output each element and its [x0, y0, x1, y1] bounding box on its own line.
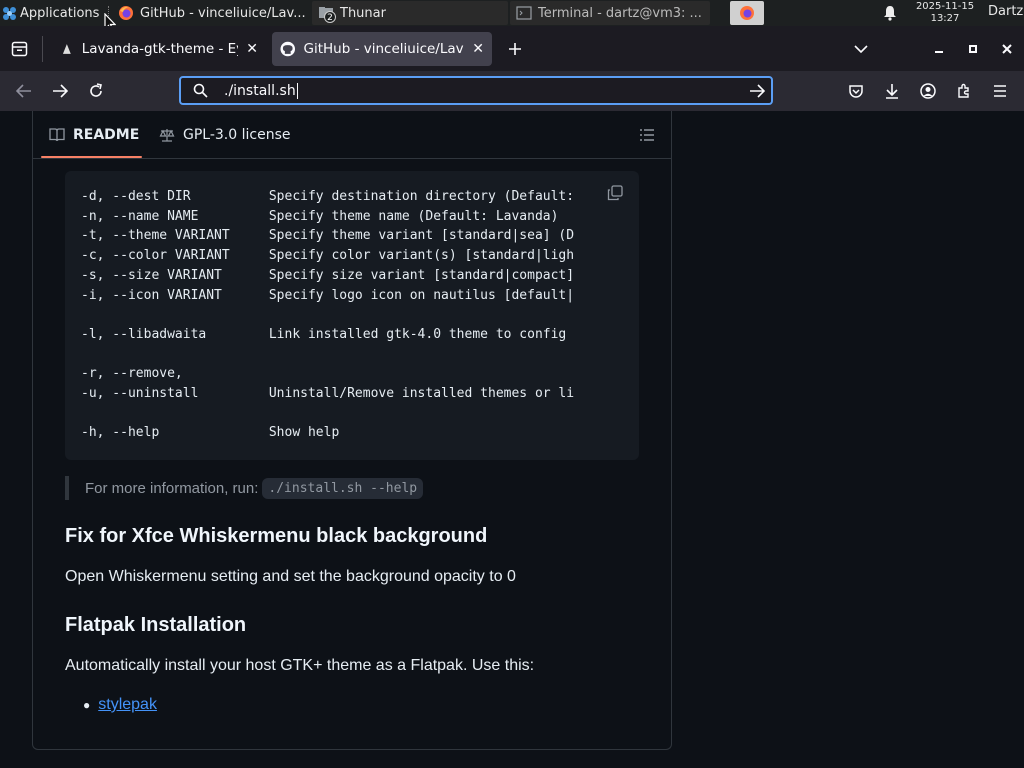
scale-icon [159, 129, 175, 142]
tab-title: GitHub - vinceliuice/Lava [303, 41, 465, 57]
heading-whiskermenu: Fix for Xfce Whiskermenu black backgroun… [65, 525, 488, 547]
book-icon [49, 128, 65, 142]
new-tab-button[interactable] [504, 38, 526, 60]
firefox-view-icon[interactable] [11, 41, 28, 57]
tab-close-icon[interactable]: ✕ [472, 41, 484, 57]
xfce-logo-icon [3, 6, 16, 20]
go-arrow-icon[interactable] [749, 83, 765, 98]
maximize-icon [969, 45, 977, 53]
reload-icon [90, 83, 102, 97]
extensions-button[interactable] [954, 81, 974, 101]
tab-lavanda-theme[interactable]: Lavanda-gtk-theme - Eyc ✕ [52, 32, 266, 66]
taskbar-task-label: Thunar [340, 5, 386, 21]
note-text: For more information, run: [85, 479, 259, 497]
pocket-icon [849, 84, 863, 98]
tray-firefox-button[interactable] [730, 1, 764, 25]
page-content: README GPL-3.0 license -d, --dest DIR Sp… [0, 111, 1024, 768]
page-favicon-icon [62, 44, 71, 54]
hamburger-menu-icon [994, 85, 1006, 97]
stylepak-link[interactable]: stylepak [98, 696, 157, 714]
copy-icon[interactable] [607, 185, 623, 201]
blockquote-note: For more information, run: ./install.sh … [65, 476, 424, 500]
taskbar-task-firefox[interactable]: GitHub - vinceliuice/Lav... [112, 1, 308, 25]
close-window-button[interactable] [1000, 40, 1014, 58]
tab-readme[interactable]: README [49, 127, 139, 143]
plus-icon [509, 43, 521, 55]
account-icon [920, 83, 936, 99]
app-menu-button[interactable] [990, 81, 1010, 101]
address-input[interactable]: ./install.sh [224, 82, 298, 99]
terminal-icon [516, 6, 532, 20]
folder-icon: 2 [318, 5, 336, 23]
tab-bar-divider [42, 36, 43, 62]
paragraph-flatpak: Automatically install your host GTK+ the… [65, 657, 535, 674]
outline-list-icon[interactable] [639, 128, 655, 142]
address-bar[interactable]: ./install.sh [179, 76, 773, 105]
license-tab-label: GPL-3.0 license [183, 127, 291, 143]
minimize-icon [935, 51, 943, 53]
downloads-button[interactable] [882, 81, 902, 101]
heading-flatpak: Flatpak Installation [65, 614, 247, 636]
download-icon [886, 84, 898, 99]
applications-menu-button[interactable]: Applications [0, 0, 103, 26]
puzzle-piece-icon [958, 83, 969, 98]
arrow-right-icon [53, 84, 68, 98]
applications-label: Applications [20, 5, 100, 21]
list-all-tabs-button[interactable] [852, 40, 870, 58]
back-button[interactable] [14, 81, 34, 101]
chevron-down-icon [854, 45, 868, 54]
readme-panel: README GPL-3.0 license -d, --dest DIR Sp… [32, 111, 672, 750]
paragraph-whiskermenu: Open Whiskermenu setting and set the bac… [65, 568, 516, 585]
arrow-left-icon [16, 84, 31, 98]
taskbar: Applications GitHub - vinceliuice/Lav...… [0, 0, 1024, 32]
clock[interactable]: 2025-11-15 13:27 [908, 1, 982, 25]
account-button[interactable] [918, 81, 938, 101]
note-code: ./install.sh --help [262, 477, 424, 499]
close-icon [1002, 44, 1012, 54]
notification-bell-icon[interactable] [882, 5, 898, 21]
pocket-button[interactable] [846, 81, 866, 101]
taskbar-task-terminal[interactable]: Terminal - dartz@vm3: ... [510, 1, 710, 25]
bullet-icon: ● [83, 698, 91, 712]
readme-header: README GPL-3.0 license [33, 111, 671, 159]
firefox-icon [740, 6, 754, 20]
code-block: -d, --dest DIR Specify destination direc… [65, 171, 639, 460]
forward-button[interactable] [50, 81, 70, 101]
github-icon [280, 41, 296, 57]
window-count-badge: 2 [324, 11, 336, 23]
list-item: ● stylepak [83, 696, 157, 714]
tab-github-lavanda[interactable]: GitHub - vinceliuice/Lava ✕ [272, 32, 492, 66]
clock-date: 2025-11-15 [915, 1, 975, 12]
clock-time: 13:27 [930, 13, 960, 24]
tab-title: Lavanda-gtk-theme - Eyc [81, 41, 239, 57]
user-menu[interactable]: Dartz [988, 4, 1023, 19]
code-content: -d, --dest DIR Specify destination direc… [81, 189, 575, 441]
taskbar-task-label: Terminal - dartz@vm3: ... [538, 5, 702, 21]
active-tab-indicator [41, 156, 142, 158]
tab-license[interactable]: GPL-3.0 license [159, 127, 290, 143]
minimize-button[interactable] [932, 40, 946, 58]
firefox-icon [119, 6, 133, 20]
tab-close-icon[interactable]: ✕ [246, 41, 258, 57]
search-icon [193, 83, 208, 98]
reload-button[interactable] [86, 81, 106, 101]
taskbar-task-label: GitHub - vinceliuice/Lav... [140, 5, 306, 21]
maximize-button[interactable] [966, 40, 980, 58]
taskbar-task-thunar[interactable]: 2 Thunar [312, 1, 508, 25]
browser-tab-bar: Lavanda-gtk-theme - Eyc ✕ GitHub - vince… [0, 26, 1024, 71]
readme-tab-label: README [73, 127, 140, 143]
